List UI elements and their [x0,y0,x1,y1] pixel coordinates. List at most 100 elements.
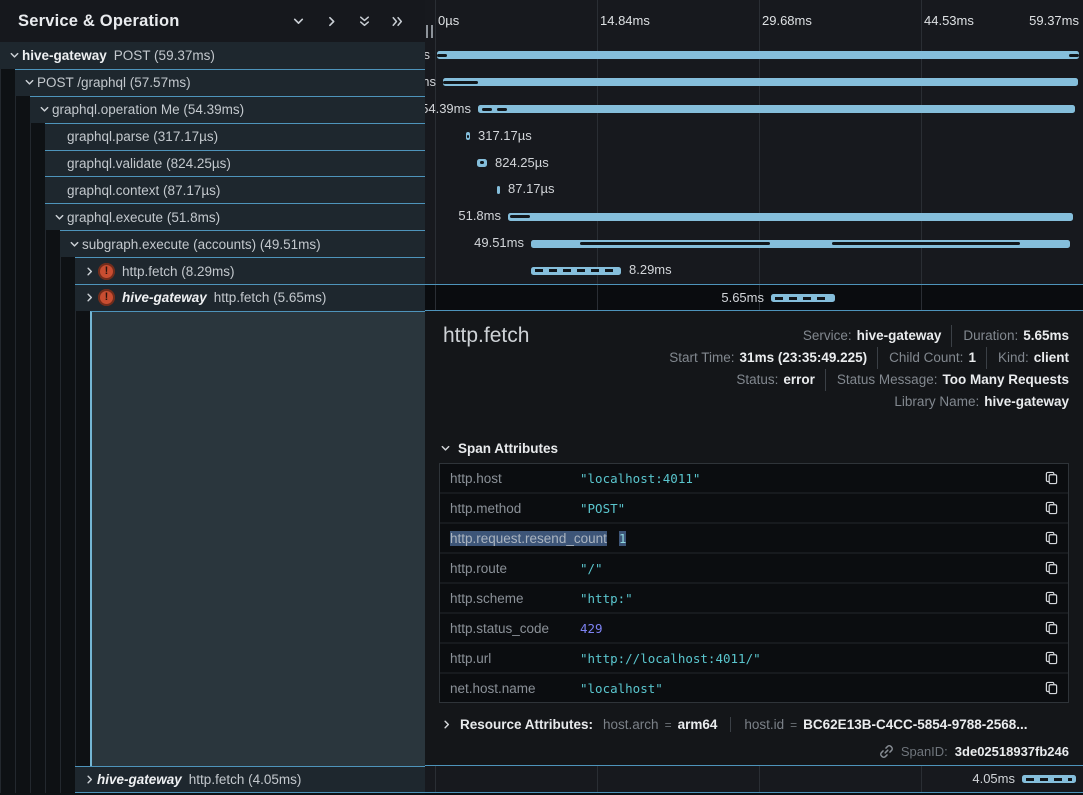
span-bar[interactable] [497,186,500,194]
span-bar[interactable] [531,267,621,275]
chevron-right-icon[interactable] [81,774,97,785]
copy-icon[interactable] [1045,561,1058,575]
chevron-down-icon[interactable] [36,104,52,115]
panel-resize-handle[interactable] [426,25,433,38]
span-bar[interactable] [771,294,835,302]
copy-icon[interactable] [1045,651,1058,665]
tree-row[interactable]: POST /graphql (57.57ms) [0,69,425,96]
child-span-marker [1069,54,1079,57]
expand-one-chevron-right-icon[interactable] [323,13,339,29]
tree-row[interactable]: !http.fetch (8.29ms) [0,257,425,284]
span-bar[interactable] [466,132,470,140]
child-span-marker [480,161,484,164]
chevron-down-icon[interactable] [21,77,37,88]
span-attributes-table: http.host"localhost:4011"http.method"POS… [439,463,1069,703]
span-detail-panel: http.fetch Service:hive-gatewayDuration:… [425,311,1083,766]
collapse-all-double-chevron-down-icon[interactable] [356,13,372,29]
attribute-key: net.host.name [450,681,568,696]
meta-value: hive-gateway [984,394,1069,409]
child-span-marker [580,242,770,245]
child-span-marker [437,54,447,57]
attribute-key: http.url [450,651,568,666]
tree-row[interactable]: graphql.validate (824.25µs) [0,150,425,177]
waterfall-panel: 0µs14.84ms29.68ms44.53ms59.37ms 59.37ms5… [425,0,1083,793]
resource-value: arm64 [678,717,718,732]
chevron-down-icon[interactable] [51,212,67,223]
chevron-right-icon[interactable] [81,266,97,277]
expand-all-double-chevron-right-icon[interactable] [389,13,405,29]
attribute-row: http.scheme"http:" [440,584,1068,612]
tree-row-strip: hive-gatewayhttp.fetch (4.05ms) [75,766,425,793]
child-span-marker [482,108,492,111]
span-label: graphql.execute (51.8ms) [67,210,220,225]
span-id-label: SpanID: [901,744,948,759]
copy-icon[interactable] [1045,621,1058,635]
tree-row-strip: subgraph.execute (accounts) (49.51ms) [60,230,425,257]
chevron-down-icon [440,443,451,454]
waterfall-row[interactable]: 57.57ms [425,69,1083,96]
tree-row[interactable]: hive-gatewayhttp.fetch (4.05ms) [0,766,425,793]
tree-row[interactable]: graphql.execute (51.8ms) [0,203,425,230]
attribute-value: "http:" [580,591,633,606]
attribute-row: http.method"POST" [440,494,1068,522]
span-bar[interactable] [443,78,1078,86]
waterfall-row[interactable]: 54.39ms [425,96,1083,123]
span-bar[interactable] [478,105,1075,113]
copy-icon[interactable] [1045,681,1058,695]
resource-value: BC62E13B-C4CC-5854-9788-2568... [803,717,1027,732]
waterfall-row[interactable]: 8.29ms [425,257,1083,284]
chevron-down-icon[interactable] [6,50,22,61]
resource-attributes-row[interactable]: Resource Attributes: host.arch=arm64host… [441,717,1028,732]
span-meta-item: Start Time:31ms (23:35:49.225) [669,347,867,369]
collapse-one-chevron-down-icon[interactable] [290,13,306,29]
span-bar[interactable] [1022,775,1076,783]
link-icon[interactable] [879,744,894,759]
copy-icon[interactable] [1045,531,1058,545]
tree-indent-guides [0,230,60,257]
copy-icon[interactable] [1045,591,1058,605]
chevron-down-icon[interactable] [66,239,82,250]
attribute-value: 1 [619,531,627,546]
panel-title: Service & Operation [18,12,290,31]
span-attributes-title: Span Attributes [458,441,558,456]
span-bar[interactable] [531,240,1070,248]
tree-row[interactable]: graphql.context (87.17µs) [0,176,425,203]
span-bar[interactable] [477,159,487,167]
tree-row[interactable]: graphql.operation Me (54.39ms) [0,96,425,123]
span-bar[interactable] [508,213,1073,221]
attribute-value: "/" [580,561,603,576]
span-meta-item: Status:error [736,369,815,391]
span-meta-item: Service:hive-gateway [803,325,942,347]
span-attributes-header[interactable]: Span Attributes [440,441,558,456]
waterfall-row[interactable]: 59.37ms [425,42,1083,69]
trace-viewer: Service & Operation hive-gatewayPOST (59… [0,0,1083,795]
copy-icon[interactable] [1045,501,1058,515]
copy-icon[interactable] [1045,471,1058,485]
tree-row-strip: !http.fetch (8.29ms) [75,257,425,284]
span-meta: Service:hive-gatewayDuration:5.65msStart… [669,325,1069,413]
span-meta-line: Start Time:31ms (23:35:49.225) Child Coun… [669,347,1069,369]
tree-row[interactable]: graphql.parse (317.17µs) [0,123,425,150]
waterfall-row[interactable]: 51.8ms [425,203,1083,230]
tree-row[interactable]: hive-gatewayPOST (59.37ms) [0,42,425,69]
span-tree-panel: Service & Operation hive-gatewayPOST (59… [0,0,425,795]
waterfall-row[interactable]: 317.17µs [425,123,1083,150]
duration-label: 51.8ms [458,203,501,230]
waterfall-row[interactable]: 5.65ms [425,284,1083,311]
duration-label: 59.37ms [425,42,430,69]
waterfall-row[interactable]: 49.51ms [425,230,1083,257]
attribute-key: http.method [450,501,568,516]
resource-attribute: host.arch=arm64 [603,717,717,732]
meta-value: client [1034,350,1069,365]
span-meta-item: Child Count:1 [877,347,976,369]
tree-row-strip: hive-gatewayPOST (59.37ms) [0,42,425,69]
waterfall-row[interactable]: 4.05ms [425,766,1083,793]
span-label: http.fetch (4.05ms) [189,772,302,787]
chevron-right-icon[interactable] [81,292,97,303]
span-bar[interactable] [437,51,1079,59]
tree-row[interactable]: subgraph.execute (accounts) (49.51ms) [0,230,425,257]
tree-row[interactable]: !hive-gatewayhttp.fetch (5.65ms) [0,284,425,311]
waterfall-row[interactable]: 87.17µs [425,176,1083,203]
waterfall-row[interactable]: 824.25µs [425,150,1083,177]
child-span-marker [443,81,478,84]
